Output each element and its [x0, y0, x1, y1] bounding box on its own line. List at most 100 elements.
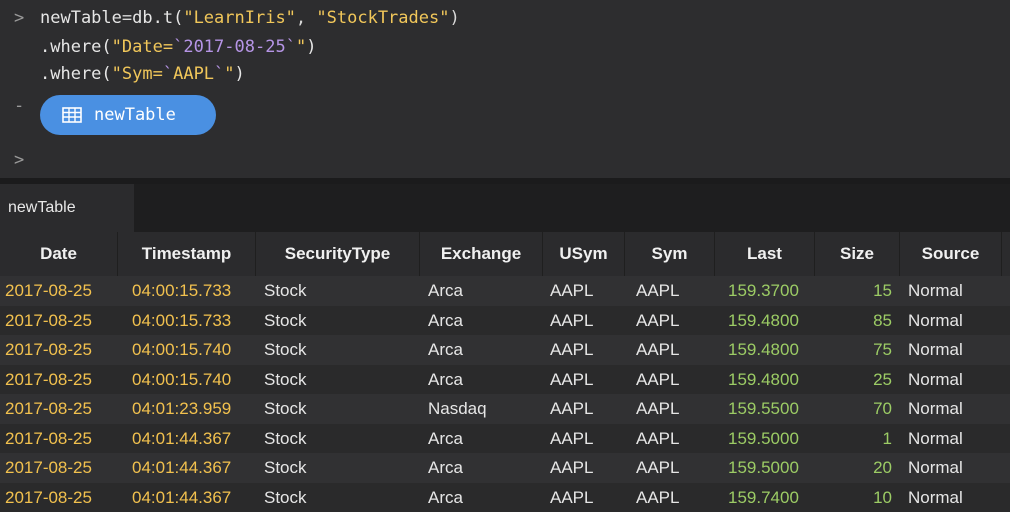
cell-date[interactable]: 2017-08-25 — [5, 365, 92, 395]
table-row[interactable]: 2017-08-25 04:00:15.740 Stock Arca AAPL AAPL 1… — [0, 335, 1010, 365]
cell-exchange[interactable]: Nasdaq — [428, 394, 487, 424]
column-header-sym[interactable]: Sym — [625, 232, 715, 276]
column-header-size[interactable]: Size — [815, 232, 900, 276]
table-row[interactable]: 2017-08-25 04:01:44.367 Stock Arca AAPL AAPL 1… — [0, 453, 1010, 483]
column-header-securitytype[interactable]: SecurityType — [256, 232, 420, 276]
table-row[interactable]: 2017-08-25 04:01:23.959 Stock Nasdaq AAPL AAP… — [0, 394, 1010, 424]
table-row[interactable]: 2017-08-25 04:00:15.740 Stock Arca AAPL AAPL 1… — [0, 365, 1010, 395]
cell-source[interactable]: Normal — [908, 306, 963, 336]
cell-securitytype[interactable]: Stock — [264, 424, 307, 454]
column-header-source[interactable]: Source — [900, 232, 1002, 276]
cell-size[interactable]: 15 — [815, 276, 892, 306]
cell-sym[interactable]: AAPL — [636, 365, 679, 395]
cell-date[interactable]: 2017-08-25 — [5, 483, 92, 512]
cell-exchange[interactable]: Arca — [428, 335, 463, 365]
column-header-timestamp[interactable]: Timestamp — [118, 232, 256, 276]
cell-timestamp[interactable]: 04:01:44.367 — [132, 424, 231, 454]
result-marker: - — [14, 96, 24, 116]
cell-date[interactable]: 2017-08-25 — [5, 424, 92, 454]
cell-exchange[interactable]: Arca — [428, 276, 463, 306]
open-table-button[interactable]: newTable — [40, 95, 216, 135]
cell-sym[interactable]: AAPL — [636, 424, 679, 454]
code-token: ` — [173, 37, 183, 57]
cell-last[interactable]: 159.5000 — [728, 453, 799, 483]
cell-timestamp[interactable]: 04:01:44.367 — [132, 453, 231, 483]
cell-sym[interactable]: AAPL — [636, 453, 679, 483]
cell-date[interactable]: 2017-08-25 — [5, 453, 92, 483]
cell-exchange[interactable]: Arca — [428, 424, 463, 454]
cell-size[interactable]: 1 — [815, 424, 892, 454]
cell-size[interactable]: 25 — [815, 365, 892, 395]
cell-exchange[interactable]: Arca — [428, 365, 463, 395]
cell-date[interactable]: 2017-08-25 — [5, 306, 92, 336]
cell-usym[interactable]: AAPL — [550, 276, 593, 306]
cell-usym[interactable]: AAPL — [550, 424, 593, 454]
cell-usym[interactable]: AAPL — [550, 453, 593, 483]
cell-size[interactable]: 20 — [815, 453, 892, 483]
cell-usym[interactable]: AAPL — [550, 335, 593, 365]
command-line-3[interactable]: .where("Sym=`AAPL`") — [40, 64, 245, 84]
cell-last[interactable]: 159.4800 — [728, 335, 799, 365]
cell-source[interactable]: Normal — [908, 276, 963, 306]
cell-usym[interactable]: AAPL — [550, 483, 593, 512]
cell-size[interactable]: 85 — [815, 306, 892, 336]
cell-timestamp[interactable]: 04:01:23.959 — [132, 394, 231, 424]
cell-source[interactable]: Normal — [908, 453, 963, 483]
cell-date[interactable]: 2017-08-25 — [5, 335, 92, 365]
cell-securitytype[interactable]: Stock — [264, 394, 307, 424]
cell-date[interactable]: 2017-08-25 — [5, 394, 92, 424]
cell-source[interactable]: Normal — [908, 365, 963, 395]
cell-source[interactable]: Normal — [908, 335, 963, 365]
cell-timestamp[interactable]: 04:00:15.740 — [132, 335, 231, 365]
cell-usym[interactable]: AAPL — [550, 394, 593, 424]
cell-securitytype[interactable]: Stock — [264, 453, 307, 483]
console-input-prompt[interactable]: > — [14, 150, 24, 170]
cell-source[interactable]: Normal — [908, 483, 963, 512]
cell-date[interactable]: 2017-08-25 — [5, 276, 92, 306]
cell-sym[interactable]: AAPL — [636, 335, 679, 365]
cell-last[interactable]: 159.3700 — [728, 276, 799, 306]
cell-exchange[interactable]: Arca — [428, 453, 463, 483]
cell-sym[interactable]: AAPL — [636, 483, 679, 512]
cell-usym[interactable]: AAPL — [550, 306, 593, 336]
column-header-date[interactable]: Date — [0, 232, 118, 276]
cell-last[interactable]: 159.7400 — [728, 483, 799, 512]
cell-sym[interactable]: AAPL — [636, 276, 679, 306]
cell-usym[interactable]: AAPL — [550, 365, 593, 395]
cell-securitytype[interactable]: Stock — [264, 483, 307, 512]
command-line-2[interactable]: .where("Date=`2017-08-25`") — [40, 37, 316, 57]
column-header-usym[interactable]: USym — [543, 232, 625, 276]
cell-last[interactable]: 159.4800 — [728, 365, 799, 395]
code-token: "Sym= — [112, 64, 163, 84]
cell-timestamp[interactable]: 04:00:15.733 — [132, 306, 231, 336]
cell-last[interactable]: 159.5000 — [728, 424, 799, 454]
cell-size[interactable]: 70 — [815, 394, 892, 424]
cell-last[interactable]: 159.4800 — [728, 306, 799, 336]
cell-size[interactable]: 10 — [815, 483, 892, 512]
cell-last[interactable]: 159.5500 — [728, 394, 799, 424]
console-panel: > newTable=db.t("LearnIris", "StockTrade… — [0, 0, 1010, 178]
cell-size[interactable]: 75 — [815, 335, 892, 365]
table-row[interactable]: 2017-08-25 04:00:15.733 Stock Arca AAPL AAPL 1… — [0, 306, 1010, 336]
cell-source[interactable]: Normal — [908, 424, 963, 454]
command-line-1[interactable]: newTable=db.t("LearnIris", "StockTrades"… — [40, 8, 460, 28]
data-grid[interactable]: DateTimestampSecurityTypeExchangeUSymSym… — [0, 232, 1010, 504]
cell-timestamp[interactable]: 04:01:44.367 — [132, 483, 231, 512]
table-row[interactable]: 2017-08-25 04:01:44.367 Stock Arca AAPL AAPL 1… — [0, 424, 1010, 454]
cell-securitytype[interactable]: Stock — [264, 335, 307, 365]
cell-sym[interactable]: AAPL — [636, 306, 679, 336]
cell-source[interactable]: Normal — [908, 394, 963, 424]
table-row[interactable]: 2017-08-25 04:01:44.367 Stock Arca AAPL AAPL 1… — [0, 483, 1010, 512]
cell-sym[interactable]: AAPL — [636, 394, 679, 424]
cell-securitytype[interactable]: Stock — [264, 365, 307, 395]
column-header-last[interactable]: Last — [715, 232, 815, 276]
cell-securitytype[interactable]: Stock — [264, 276, 307, 306]
column-header-exchange[interactable]: Exchange — [420, 232, 543, 276]
cell-exchange[interactable]: Arca — [428, 483, 463, 512]
table-row[interactable]: 2017-08-25 04:00:15.733 Stock Arca AAPL AAPL 1… — [0, 276, 1010, 306]
cell-timestamp[interactable]: 04:00:15.740 — [132, 365, 231, 395]
cell-timestamp[interactable]: 04:00:15.733 — [132, 276, 231, 306]
cell-securitytype[interactable]: Stock — [264, 306, 307, 336]
cell-exchange[interactable]: Arca — [428, 306, 463, 336]
tab-newtable[interactable]: newTable — [0, 184, 134, 232]
